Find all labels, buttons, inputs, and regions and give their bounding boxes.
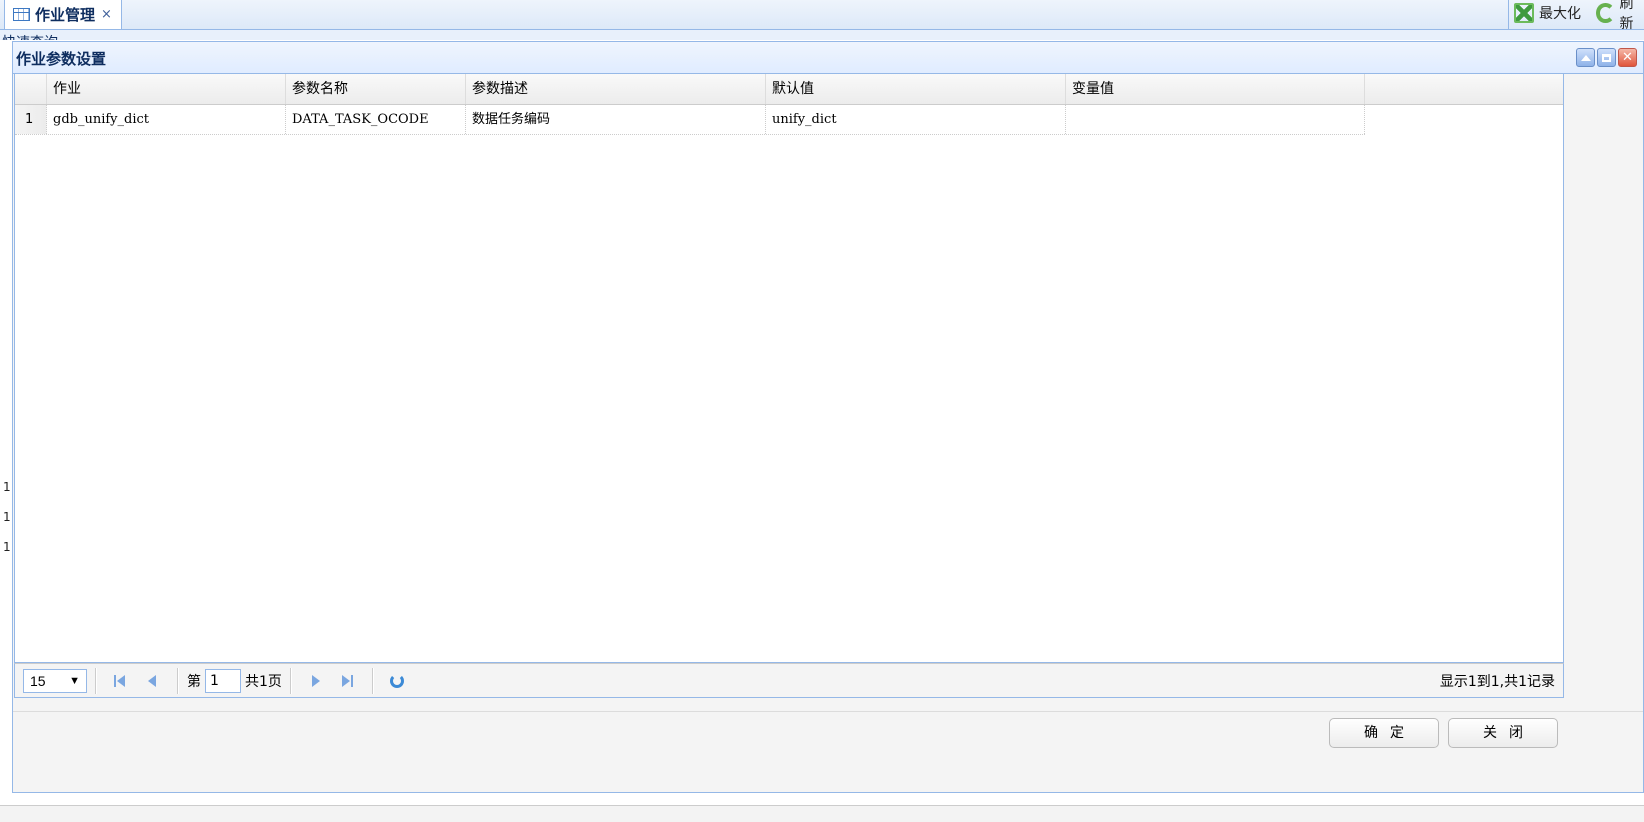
first-page-button[interactable] [113,673,129,689]
column-header-param-name[interactable]: 参数名称 [286,74,466,104]
prev-page-button[interactable] [145,673,161,689]
background-row-number: 1 [3,510,11,524]
page-size-select[interactable]: 15 ▼ [23,669,87,693]
pager-separator [290,668,292,694]
cell-default-value[interactable]: unify_dict [766,105,1066,134]
background-row-number: 1 [3,540,11,554]
refresh-icon [1596,3,1615,23]
column-header-param-desc[interactable]: 参数描述 [466,74,766,104]
param-settings-dialog: 作业参数设置 ✕ 作业 参数名称 参数描述 默认值 变量值 1 gdb_unif… [12,41,1644,793]
page-number-input[interactable]: 1 [205,669,241,693]
close-button[interactable]: 关闭 [1448,718,1558,748]
background-row-number: 1 [3,480,11,494]
cell-job[interactable]: gdb_unify_dict [47,105,286,134]
next-page-icon [312,675,320,687]
cell-variable-value[interactable] [1066,105,1365,134]
page-size-value: 15 [30,673,46,689]
column-header-job[interactable]: 作业 [47,74,286,104]
ok-button[interactable]: 确定 [1329,718,1439,748]
cell-param-desc[interactable]: 数据任务编码 [466,105,766,134]
background-title: 快速查询 [2,32,58,40]
tab-label: 作业管理 [35,4,95,25]
rownum-header [15,74,47,104]
pager-separator [95,668,97,694]
dialog-title: 作业参数设置 [16,48,106,69]
last-page-icon [342,675,350,687]
param-grid: 作业 参数名称 参数描述 默认值 变量值 1 gdb_unify_dict DA… [14,74,1564,663]
maximize-icon [1514,3,1534,23]
next-page-button[interactable] [308,673,324,689]
pager-info: 显示1到1,共1记录 [1440,671,1555,691]
page-prefix: 第 [187,671,201,691]
column-header-variable-value[interactable]: 变量值 [1066,74,1365,104]
collapse-button[interactable] [1576,48,1595,67]
last-page-button[interactable] [340,673,356,689]
pagination-bar: 15 ▼ 第 1 共1页 显示1到1,共1记录 [14,663,1564,698]
background-panel-header [0,30,1644,40]
pager-separator [372,668,374,694]
reload-icon[interactable] [390,674,404,688]
maximize-label: 最大化 [1539,3,1581,23]
maximize-button[interactable]: 最大化 [1514,0,1581,26]
cell-param-name[interactable]: DATA_TASK_OCODE [286,105,466,134]
first-page-icon [114,675,116,687]
close-window-button[interactable]: ✕ [1618,48,1637,67]
window-icon [1602,54,1611,62]
maximize-window-button[interactable] [1597,48,1616,67]
dialog-header: 作业参数设置 ✕ [13,42,1643,74]
tab-bar: 作业管理 × 最大化 刷新 [0,0,1644,30]
background-pager [0,805,1644,822]
pager-separator [177,668,179,694]
table-icon [13,8,30,21]
row-number: 1 [15,105,47,134]
grid-header: 作业 参数名称 参数描述 默认值 变量值 [15,74,1563,105]
collapse-icon [1581,55,1591,61]
column-header-default-value[interactable]: 默认值 [766,74,1066,104]
page-total: 共1页 [245,671,282,691]
refresh-button[interactable]: 刷新 [1596,0,1644,26]
close-icon: ✕ [1622,50,1633,65]
chevron-down-icon: ▼ [69,675,80,687]
tab-close-icon[interactable]: × [101,7,112,22]
toolbar-divider [1508,0,1509,29]
table-row[interactable]: 1 gdb_unify_dict DATA_TASK_OCODE 数据任务编码 … [15,105,1365,135]
refresh-label: 刷新 [1620,0,1644,33]
tab-job-management[interactable]: 作业管理 × [4,0,122,29]
prev-page-icon [148,675,156,687]
